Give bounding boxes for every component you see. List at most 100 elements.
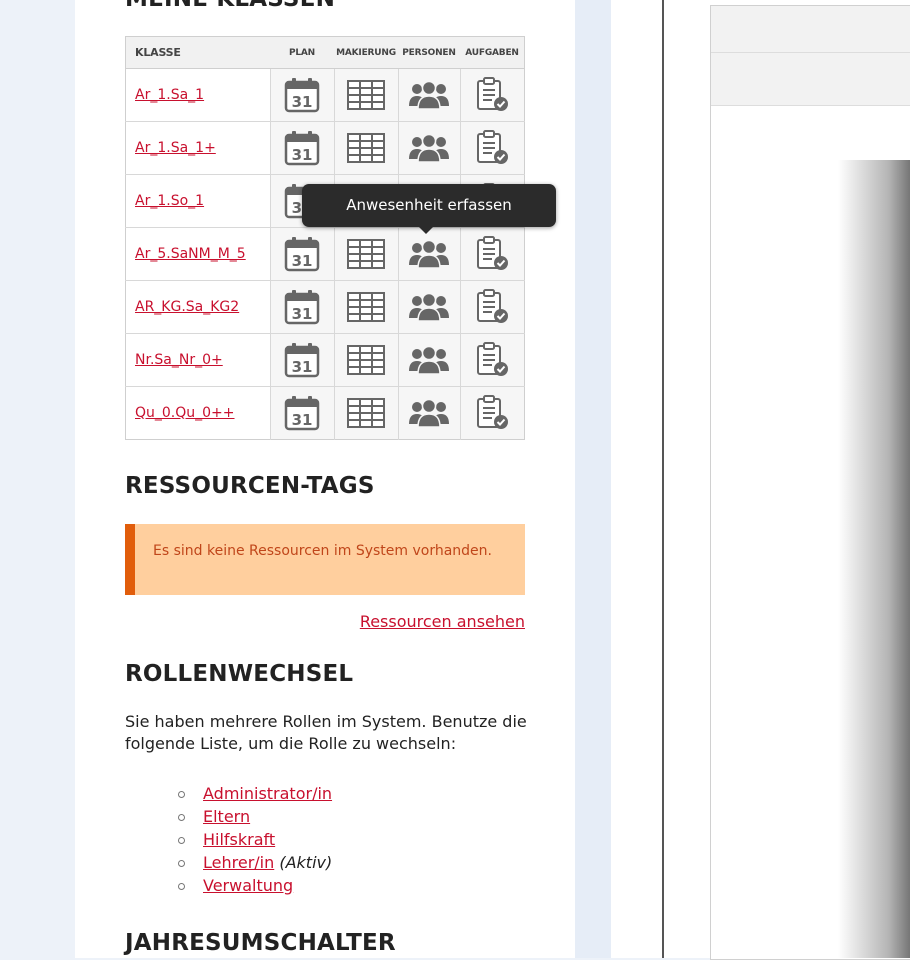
plan-cell[interactable]: 31 — [269, 386, 334, 440]
grid-table-icon[interactable] — [347, 292, 385, 322]
aufgaben-cell[interactable] — [459, 121, 525, 175]
people-group-icon[interactable] — [408, 239, 450, 269]
makierung-cell[interactable] — [333, 68, 398, 122]
table-row: Ar_5.SaNM_M_5 31 — [125, 227, 525, 281]
people-group-icon[interactable] — [408, 398, 450, 428]
clipboard-check-icon[interactable] — [475, 77, 509, 113]
makierung-cell[interactable] — [333, 280, 398, 334]
column-header-plan: PLAN — [270, 36, 334, 69]
svg-text:31: 31 — [292, 358, 313, 376]
table-row: Ar_1.Sa_1 31 — [125, 68, 525, 122]
overlay-shadow — [838, 160, 910, 958]
class-link[interactable]: AR_KG.Sa_KG2 — [135, 299, 239, 316]
plan-cell[interactable]: 31 — [269, 280, 334, 334]
people-group-icon[interactable] — [408, 80, 450, 110]
calendar-icon[interactable]: 31 — [283, 395, 321, 431]
clipboard-check-icon[interactable] — [475, 395, 509, 431]
class-link[interactable]: Ar_1.So_1 — [135, 193, 204, 210]
role-link[interactable]: Hilfskraft — [203, 830, 275, 849]
role-item: Hilfskraft — [178, 828, 332, 851]
makierung-cell[interactable] — [333, 333, 398, 387]
svg-text:31: 31 — [292, 146, 313, 164]
makierung-cell[interactable] — [333, 386, 398, 440]
class-link[interactable]: Ar_1.Sa_1+ — [135, 140, 216, 157]
calendar-icon[interactable]: 31 — [283, 289, 321, 325]
class-link[interactable]: Ar_5.SaNM_M_5 — [135, 246, 246, 263]
section-title-rollenwechsel: ROLLENWECHSEL — [125, 661, 354, 687]
role-link[interactable]: Administrator/in — [203, 784, 332, 803]
role-item: Verwaltung — [178, 874, 332, 897]
column-header-klasse: KLASSE — [125, 36, 270, 69]
grid-table-icon[interactable] — [347, 345, 385, 375]
frame-header — [711, 6, 910, 53]
table-row: Qu_0.Qu_0++ 31 — [125, 386, 525, 440]
ressourcen-ansehen-link[interactable]: Ressourcen ansehen — [360, 612, 525, 631]
class-link[interactable]: Ar_1.Sa_1 — [135, 87, 204, 104]
personen-cell[interactable] — [397, 121, 460, 175]
aufgaben-cell[interactable] — [459, 333, 525, 387]
no-resources-alert: Es sind keine Ressourcen im System vorha… — [125, 524, 525, 595]
gutter — [575, 0, 611, 958]
class-link[interactable]: Nr.Sa_Nr_0+ — [135, 352, 223, 369]
role-item: Eltern — [178, 805, 332, 828]
grid-table-icon[interactable] — [347, 398, 385, 428]
role-active-note: (Aktiv) — [279, 853, 333, 872]
role-item: Administrator/in — [178, 782, 332, 805]
divider — [662, 0, 664, 958]
personen-cell[interactable] — [397, 227, 460, 281]
personen-cell[interactable] — [397, 386, 460, 440]
role-link[interactable]: Verwaltung — [203, 876, 293, 895]
makierung-cell[interactable] — [333, 227, 398, 281]
clipboard-check-icon[interactable] — [475, 342, 509, 378]
aufgaben-cell[interactable] — [459, 227, 525, 281]
class-name-cell: AR_KG.Sa_KG2 — [125, 280, 270, 334]
calendar-icon[interactable]: 31 — [283, 130, 321, 166]
plan-cell[interactable]: 31 — [269, 333, 334, 387]
clipboard-check-icon[interactable] — [475, 130, 509, 166]
table-row: AR_KG.Sa_KG2 31 — [125, 280, 525, 334]
grid-table-icon[interactable] — [347, 80, 385, 110]
rollen-description: Sie haben mehrere Rollen im System. Benu… — [125, 712, 527, 753]
plan-cell[interactable]: 31 — [269, 227, 334, 281]
role-link[interactable]: Lehrer/in — [203, 853, 274, 872]
calendar-icon[interactable]: 31 — [283, 342, 321, 378]
role-item: Lehrer/in (Aktiv) — [178, 851, 332, 874]
plan-cell[interactable]: 31 — [269, 121, 334, 175]
aufgaben-cell[interactable] — [459, 280, 525, 334]
personen-cell[interactable] — [397, 68, 460, 122]
class-link[interactable]: Qu_0.Qu_0++ — [135, 405, 235, 422]
svg-text:31: 31 — [292, 411, 313, 429]
grid-table-icon[interactable] — [347, 133, 385, 163]
people-group-icon[interactable] — [408, 345, 450, 375]
calendar-icon[interactable]: 31 — [283, 77, 321, 113]
svg-text:31: 31 — [292, 93, 313, 111]
column-header-personen: PERSONEN — [398, 36, 460, 69]
people-group-icon[interactable] — [408, 133, 450, 163]
clipboard-check-icon[interactable] — [475, 289, 509, 325]
people-group-icon[interactable] — [408, 292, 450, 322]
aufgaben-cell[interactable] — [459, 386, 525, 440]
class-name-cell: Qu_0.Qu_0++ — [125, 386, 270, 440]
aufgaben-cell[interactable] — [459, 68, 525, 122]
class-name-cell: Ar_5.SaNM_M_5 — [125, 227, 270, 281]
clipboard-check-icon[interactable] — [475, 236, 509, 272]
personen-cell[interactable] — [397, 333, 460, 387]
plan-cell[interactable]: 31 — [269, 68, 334, 122]
calendar-icon[interactable]: 31 — [283, 236, 321, 272]
column-header-makierung: MAKIERUNG — [334, 36, 398, 69]
svg-text:31: 31 — [292, 252, 313, 270]
class-name-cell: Nr.Sa_Nr_0+ — [125, 333, 270, 387]
role-link[interactable]: Eltern — [203, 807, 250, 826]
table-row: Nr.Sa_Nr_0+ 31 — [125, 333, 525, 387]
tooltip: Anwesenheit erfassen — [302, 184, 556, 234]
section-title-klassen: MEINE KLASSEN — [125, 0, 335, 12]
class-name-cell: Ar_1.So_1 — [125, 174, 270, 228]
personen-cell[interactable] — [397, 280, 460, 334]
klassen-table: KLASSE PLAN MAKIERUNG PERSONEN AUFGABEN … — [125, 36, 525, 440]
section-title-jahresumschalter: JAHRESUMSCHALTER — [125, 930, 396, 956]
table-row: Ar_1.Sa_1+ 31 — [125, 121, 525, 175]
frame-toolbar — [711, 53, 910, 106]
makierung-cell[interactable] — [333, 121, 398, 175]
section-title-ressourcen-tags: RESSOURCEN-TAGS — [125, 473, 375, 499]
grid-table-icon[interactable] — [347, 239, 385, 269]
